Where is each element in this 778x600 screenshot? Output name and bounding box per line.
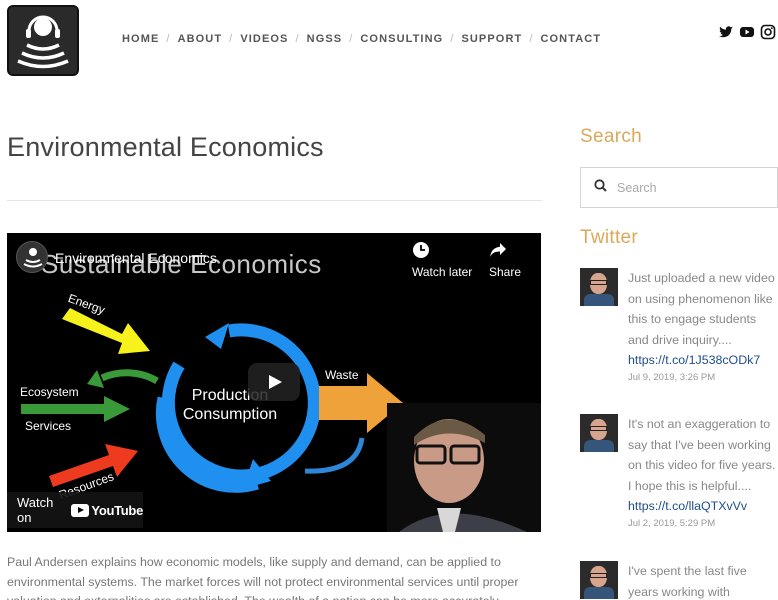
nav-contact[interactable]: CONTACT — [540, 33, 601, 45]
video-description: Paul Andersen explains how economic mode… — [7, 555, 519, 600]
nav-separator: / — [529, 33, 534, 45]
share-icon — [490, 241, 514, 259]
nav-separator: / — [229, 33, 234, 45]
tweet-body: Just uploaded a new video on using pheno… — [628, 271, 775, 347]
search-input[interactable] — [617, 180, 767, 195]
instagram-icon[interactable] — [760, 24, 776, 40]
share-button[interactable]: Share — [489, 241, 521, 279]
tweet-avatar[interactable] — [580, 561, 618, 599]
nav-videos[interactable]: VIDEOS — [240, 33, 288, 45]
tweet-avatar[interactable] — [580, 268, 618, 306]
waste-return-arrow — [304, 437, 365, 474]
tweet-date[interactable]: Jul 2, 2019, 5:29 PM — [628, 518, 715, 529]
search-icon — [594, 178, 607, 197]
site-logo[interactable] — [7, 5, 79, 76]
tweet-link[interactable]: https://t.co/1J538cODk7 — [628, 353, 760, 367]
tweet-body: I've spent the last five years working w… — [628, 564, 747, 599]
tweet-link[interactable]: https://t.co/llaQTXvVv — [628, 499, 747, 513]
search-box[interactable] — [580, 167, 778, 208]
youtube-play-icon — [71, 503, 90, 517]
energy-arrow — [62, 308, 150, 354]
tweet-date[interactable]: Jul 9, 2019, 3:26 PM — [628, 372, 715, 383]
tweet-avatar[interactable] — [580, 414, 618, 452]
main-nav: HOME / ABOUT / VIDEOS / NGSS / CONSULTIN… — [122, 33, 601, 45]
green-return-arrow — [100, 369, 159, 385]
tweet-item: Just uploaded a new video on using pheno… — [580, 268, 778, 388]
nav-separator: / — [295, 33, 300, 45]
watch-on-label: Watch on — [17, 495, 54, 525]
nav-home[interactable]: HOME — [122, 33, 159, 45]
watch-later-button[interactable]: Watch later — [412, 241, 472, 279]
youtube-wordmark: YouTube — [91, 502, 143, 518]
tweet-item: It's not an exaggeration to say that I'v… — [580, 414, 778, 534]
waste-label: Waste — [325, 368, 359, 382]
share-label: Share — [489, 265, 522, 279]
divider — [7, 200, 542, 201]
nav-separator: / — [166, 33, 171, 45]
nav-consulting[interactable]: CONSULTING — [360, 33, 443, 45]
tweet-body: It's not an exaggeration to say that I'v… — [628, 417, 776, 493]
twitter-heading: Twitter — [580, 227, 639, 248]
nav-support[interactable]: SUPPORT — [461, 33, 522, 45]
nav-separator: / — [450, 33, 455, 45]
tweet-text: I've spent the last five years working w… — [628, 561, 778, 600]
presenter-image — [387, 403, 541, 532]
ecosystem-label: Ecosystem — [20, 385, 79, 399]
tweet-text: Just uploaded a new video on using pheno… — [628, 268, 778, 371]
nav-ngss[interactable]: NGSS — [307, 33, 343, 45]
headphones-logo-icon — [17, 15, 69, 69]
play-button[interactable] — [248, 363, 300, 401]
youtube-icon[interactable] — [739, 24, 755, 40]
tweet-text: It's not an exaggeration to say that I'v… — [628, 414, 778, 517]
services-label: Services — [25, 419, 72, 433]
youtube-logo: YouTube — [71, 503, 143, 518]
watch-later-label: Watch later — [412, 265, 473, 279]
tweet-item: I've spent the last five years working w… — [580, 561, 778, 600]
search-heading: Search — [580, 126, 643, 147]
channel-avatar[interactable] — [16, 241, 48, 273]
nav-separator: / — [349, 33, 354, 45]
watch-on-youtube-button[interactable]: Watch on YouTube — [7, 492, 143, 528]
channel-logo-icon — [23, 248, 43, 268]
page-title: Environmental Economics — [7, 132, 324, 162]
nav-about[interactable]: ABOUT — [178, 33, 223, 45]
social-links — [718, 24, 776, 40]
clock-icon — [413, 241, 451, 259]
video-embed[interactable]: Sustainable Economics Environmental Econ… — [7, 233, 541, 532]
consumption-label: Consumption — [182, 406, 278, 423]
video-title[interactable]: Environmental Economics — [55, 250, 217, 266]
twitter-icon[interactable] — [718, 24, 734, 40]
